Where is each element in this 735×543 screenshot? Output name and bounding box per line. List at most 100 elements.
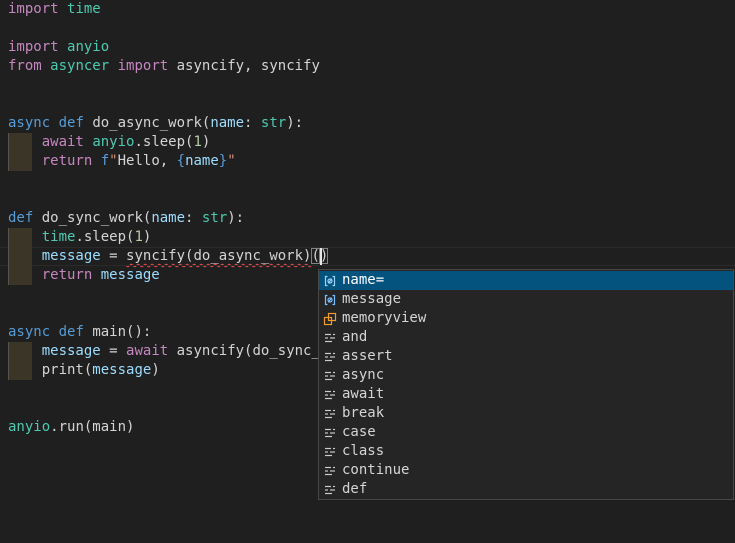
code-token[interactable]: import <box>8 39 59 55</box>
suggestion-item-break[interactable]: break <box>319 404 733 423</box>
code-token[interactable]: def <box>59 324 84 340</box>
code-token[interactable]: = <box>101 248 126 264</box>
code-token[interactable]: ) <box>143 229 151 245</box>
suggestion-item-and[interactable]: and <box>319 328 733 347</box>
code-token[interactable]: name <box>210 115 244 131</box>
suggestion-item-def[interactable]: def <box>319 480 733 499</box>
suggestion-label: async <box>342 366 384 385</box>
suggestion-item-continue[interactable]: continue <box>319 461 733 480</box>
error-squiggle-token[interactable]: syncify(do_async_work) <box>126 248 311 264</box>
code-token[interactable]: asyncify, syncify <box>168 58 320 74</box>
code-token[interactable]: async <box>8 115 50 131</box>
code-token[interactable]: import <box>118 58 169 74</box>
indent-highlight <box>9 247 32 266</box>
code-token[interactable] <box>42 58 50 74</box>
code-token[interactable]: 1 <box>134 229 142 245</box>
suggestion-item-assert[interactable]: assert <box>319 347 733 366</box>
code-token[interactable] <box>50 324 58 340</box>
code-token[interactable]: .run(main) <box>50 419 134 435</box>
code-token[interactable]: return <box>42 153 93 169</box>
code-token[interactable] <box>92 153 100 169</box>
code-token[interactable] <box>50 115 58 131</box>
code-token[interactable]: { <box>177 153 185 169</box>
suggestion-item-message[interactable]: message <box>319 290 733 309</box>
code-token[interactable]: ) <box>151 362 159 378</box>
code-token[interactable] <box>92 267 100 283</box>
code-token[interactable]: : <box>244 115 261 131</box>
suggestion-item-memoryview[interactable]: memoryview <box>319 309 733 328</box>
suggestion-label: assert <box>342 347 393 366</box>
code-line[interactable]: from asyncer import asyncify, syncify <box>8 57 735 76</box>
code-token[interactable]: anyio <box>8 419 50 435</box>
code-token[interactable]: " <box>109 153 117 169</box>
code-line[interactable]: import time <box>8 0 735 19</box>
code-line[interactable]: def do_sync_work(name: str): <box>8 209 735 228</box>
code-token[interactable] <box>59 1 67 17</box>
suggestion-item-class[interactable]: class <box>319 442 733 461</box>
code-token[interactable]: .sleep( <box>134 134 193 150</box>
suggestion-item-name[interactable]: name= <box>319 271 733 290</box>
code-token[interactable]: ) <box>202 134 210 150</box>
code-line[interactable]: async def do_async_work(name: str): <box>8 114 735 133</box>
code-token[interactable] <box>59 39 67 55</box>
code-line[interactable]: message = syncify(do_async_work)() <box>8 247 735 266</box>
code-token[interactable]: asyncify(do_sync_ <box>168 343 320 359</box>
code-token[interactable]: .sleep( <box>75 229 134 245</box>
code-token[interactable]: message <box>92 362 151 378</box>
code-token[interactable]: await <box>42 134 84 150</box>
code-line[interactable]: import anyio <box>8 38 735 57</box>
keyword-icon <box>322 406 338 422</box>
suggestion-item-case[interactable]: case <box>319 423 733 442</box>
code-token[interactable]: : <box>185 210 202 226</box>
code-line[interactable] <box>8 190 735 209</box>
indent-highlight <box>9 133 32 152</box>
code-token[interactable]: async <box>8 324 50 340</box>
bracket-match-token[interactable]: ( <box>311 248 319 264</box>
code-token[interactable]: import <box>8 1 59 17</box>
code-token[interactable]: do_sync_work( <box>33 210 151 226</box>
code-line[interactable] <box>8 76 735 95</box>
code-token[interactable]: Hello, <box>118 153 177 169</box>
suggestion-item-async[interactable]: async <box>319 366 733 385</box>
code-token[interactable]: from <box>8 58 42 74</box>
code-token[interactable]: time <box>67 1 101 17</box>
code-token[interactable]: do_async_work( <box>84 115 210 131</box>
code-token[interactable]: " <box>227 153 235 169</box>
editor-pane[interactable]: import timeimport anyiofrom asyncer impo… <box>0 0 735 543</box>
code-line[interactable] <box>8 95 735 114</box>
code-token[interactable]: 1 <box>193 134 201 150</box>
code-token[interactable]: name <box>185 153 219 169</box>
code-token[interactable]: time <box>42 229 76 245</box>
code-line[interactable]: time.sleep(1) <box>8 228 735 247</box>
code-token[interactable]: anyio <box>67 39 109 55</box>
indent-highlight <box>9 266 32 285</box>
variable-icon <box>322 292 338 308</box>
code-token[interactable]: message <box>42 248 101 264</box>
code-token[interactable]: = <box>101 343 126 359</box>
suggest-widget[interactable]: name= message memoryview <box>318 269 734 500</box>
code-token[interactable]: str <box>202 210 227 226</box>
code-line[interactable] <box>8 19 735 38</box>
code-token[interactable]: main(): <box>84 324 151 340</box>
code-line[interactable]: return f"Hello, {name}" <box>8 152 735 171</box>
code-token[interactable]: ): <box>286 115 303 131</box>
code-token[interactable]: anyio <box>92 134 134 150</box>
code-line[interactable]: await anyio.sleep(1) <box>8 133 735 152</box>
code-token[interactable]: } <box>219 153 227 169</box>
suggestion-item-await[interactable]: await <box>319 385 733 404</box>
code-token[interactable]: asyncer <box>50 58 109 74</box>
code-token[interactable]: return <box>42 267 93 283</box>
code-token[interactable]: name <box>151 210 185 226</box>
suggestion-label: message <box>342 290 401 309</box>
code-token[interactable] <box>109 58 117 74</box>
code-token[interactable]: str <box>261 115 286 131</box>
code-token[interactable]: ): <box>227 210 244 226</box>
code-token[interactable]: def <box>8 210 33 226</box>
code-token[interactable]: f <box>101 153 109 169</box>
code-token[interactable]: await <box>126 343 168 359</box>
code-token[interactable]: message <box>101 267 160 283</box>
code-token[interactable]: def <box>59 115 84 131</box>
code-token[interactable]: message <box>42 343 101 359</box>
suggestion-label: memoryview <box>342 309 426 328</box>
code-line[interactable] <box>8 171 735 190</box>
